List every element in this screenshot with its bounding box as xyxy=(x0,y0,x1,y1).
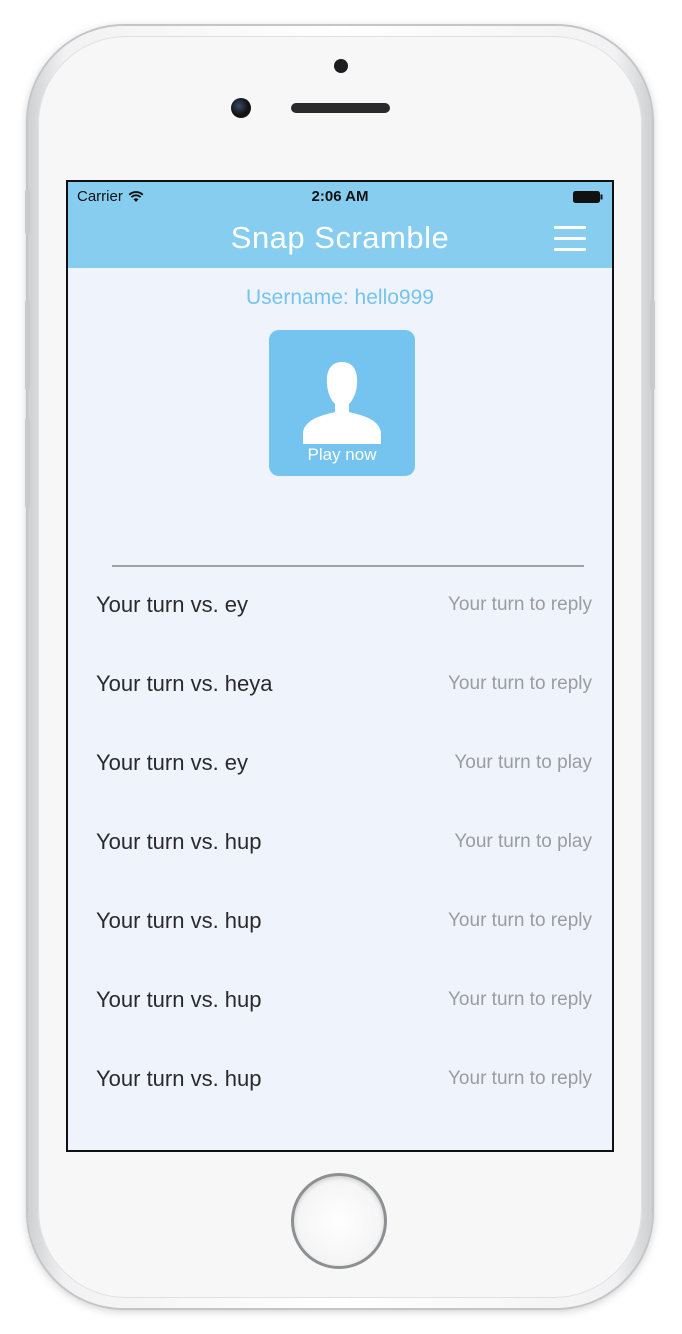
game-row[interactable]: Your turn vs. heya Your turn to reply xyxy=(68,646,612,725)
earpiece-speaker xyxy=(291,103,390,113)
game-status: Your turn to reply xyxy=(448,594,592,615)
play-now-label: Play now xyxy=(307,445,377,464)
game-row[interactable]: Your turn vs. hup Your turn to reply xyxy=(68,962,612,1041)
game-status: Your turn to reply xyxy=(448,1068,592,1089)
game-status: Your turn to reply xyxy=(448,673,592,694)
front-camera xyxy=(231,98,251,118)
status-time: 2:06 AM xyxy=(311,188,369,205)
games-list: Your turn vs. ey Your turn to reply Your… xyxy=(68,567,612,1120)
game-opponent-title: Your turn vs. ey xyxy=(96,592,249,617)
mute-switch xyxy=(25,190,30,234)
game-opponent-title: Your turn vs. heya xyxy=(96,671,273,696)
menu-line xyxy=(554,248,586,251)
game-opponent-title: Your turn vs. ey xyxy=(96,750,249,775)
app-title: Snap Scramble xyxy=(230,220,450,255)
person-icon xyxy=(303,362,381,444)
game-row[interactable]: Your turn vs. ey Your turn to play xyxy=(68,725,612,804)
username-label: Username: hello999 xyxy=(246,286,434,309)
app-screen: Carrier 2:06 AM Snap Scramble Username: … xyxy=(66,180,614,1152)
menu-line xyxy=(554,237,586,240)
volume-down-button xyxy=(25,418,30,508)
game-row[interactable]: Your turn vs. ey Your turn to reply xyxy=(68,567,612,646)
nav-bar: Snap Scramble xyxy=(68,212,612,268)
proximity-sensor xyxy=(334,59,348,73)
game-status: Your turn to play xyxy=(454,831,592,852)
game-opponent-title: Your turn vs. hup xyxy=(96,829,262,854)
game-opponent-title: Your turn vs. hup xyxy=(96,908,262,933)
game-status: Your turn to reply xyxy=(448,910,592,931)
hamburger-menu-icon[interactable] xyxy=(554,226,586,254)
game-row[interactable]: Your turn vs. hup Your turn to play xyxy=(68,804,612,883)
play-now-button[interactable]: Play now xyxy=(269,330,415,476)
status-bar: Carrier 2:06 AM xyxy=(68,182,612,212)
home-button[interactable] xyxy=(291,1173,387,1269)
power-button xyxy=(650,300,655,390)
volume-up-button xyxy=(25,300,30,390)
menu-line xyxy=(554,226,586,229)
game-row[interactable]: Your turn vs. hup Your turn to reply xyxy=(68,883,612,962)
game-status: Your turn to play xyxy=(454,752,592,773)
game-opponent-title: Your turn vs. hup xyxy=(96,987,262,1012)
game-opponent-title: Your turn vs. hup xyxy=(96,1066,262,1091)
battery-icon xyxy=(573,191,603,203)
game-status: Your turn to reply xyxy=(448,989,592,1010)
game-row[interactable]: Your turn vs. hup Your turn to reply xyxy=(68,1041,612,1120)
